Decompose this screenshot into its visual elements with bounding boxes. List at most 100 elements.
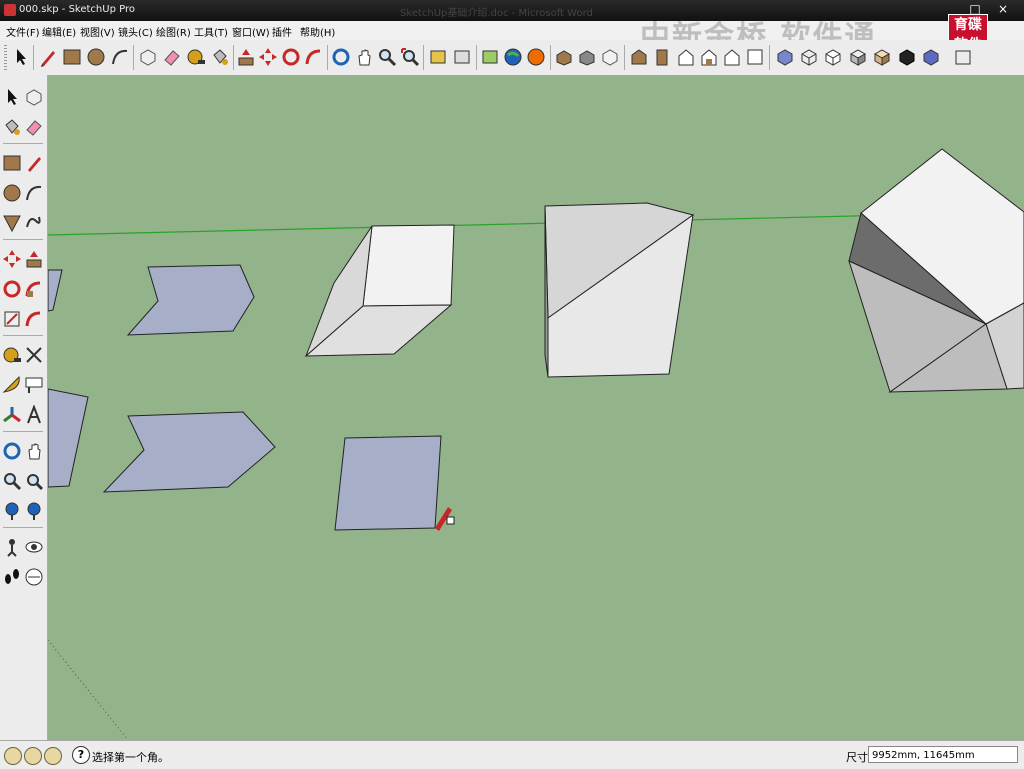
select-icon[interactable]: [11, 47, 31, 67]
close-button[interactable]: ×: [994, 2, 1012, 16]
rectangle-icon[interactable]: [62, 47, 82, 67]
3d-text-icon[interactable]: [24, 404, 44, 425]
shaded-texture-icon[interactable]: [872, 47, 892, 67]
select-icon[interactable]: [2, 87, 22, 107]
left-toolbar: [0, 75, 48, 740]
google-earth-icon[interactable]: [503, 47, 523, 67]
follow-me-icon[interactable]: [304, 47, 324, 67]
measurement-label: 尺寸: [846, 751, 868, 764]
top-view-icon[interactable]: [629, 47, 649, 67]
left-view-icon[interactable]: [722, 47, 742, 67]
orbit-icon[interactable]: [331, 47, 351, 67]
pan-icon[interactable]: [24, 441, 44, 461]
menu-file[interactable]: 文件(F): [6, 24, 40, 39]
drawing-canvas[interactable]: [48, 75, 1024, 740]
menu-draw[interactable]: 绘图(R): [156, 24, 191, 39]
arc-icon[interactable]: [110, 47, 130, 67]
pencil-cursor-icon: [435, 507, 455, 531]
geo-location-icon[interactable]: [4, 747, 22, 765]
wireframe-icon[interactable]: [799, 47, 819, 67]
window-title: 000.skp - SketchUp Pro: [19, 4, 135, 15]
menu-view[interactable]: 视图(V): [80, 24, 115, 39]
paint-bucket-icon[interactable]: [2, 117, 22, 137]
section-plane-toggle-icon[interactable]: [953, 47, 973, 67]
move-icon[interactable]: [2, 249, 22, 269]
zoom-extents-icon[interactable]: [400, 47, 420, 67]
dotted-axis-line: [48, 639, 129, 740]
menu-plugins[interactable]: 插件: [272, 24, 292, 39]
circle-icon[interactable]: [86, 47, 106, 67]
eraser-icon[interactable]: [24, 117, 44, 137]
toolbar-grip[interactable]: [4, 45, 7, 70]
previous-view-icon[interactable]: [24, 501, 44, 521]
logo-line-1: 育碟: [954, 17, 982, 33]
push-pull-icon[interactable]: [236, 47, 256, 67]
menu-camera[interactable]: 镜头(C): [118, 24, 153, 39]
menu-window[interactable]: 窗口(W): [232, 24, 270, 39]
scale-icon[interactable]: [2, 309, 22, 329]
front-view-icon[interactable]: [652, 47, 672, 67]
zoom-window-icon[interactable]: [24, 471, 44, 491]
xray-icon[interactable]: [775, 47, 795, 67]
zoom-icon[interactable]: [2, 471, 22, 491]
dimension-icon[interactable]: [24, 345, 44, 365]
get-models-icon[interactable]: [526, 47, 546, 67]
credits-icon[interactable]: [24, 747, 42, 765]
make-component-icon[interactable]: [24, 87, 44, 107]
protractor-icon[interactable]: [2, 375, 22, 395]
polygon-icon[interactable]: [2, 213, 22, 233]
rotate-icon[interactable]: [2, 279, 22, 299]
chevron-shape-2: [102, 411, 276, 493]
walk-icon[interactable]: [2, 567, 22, 587]
paint-bucket-icon[interactable]: [210, 47, 230, 67]
model-viewport[interactable]: [48, 75, 1024, 740]
tape-measure-icon[interactable]: [186, 47, 206, 67]
push-pull-icon[interactable]: [24, 249, 44, 269]
offset-icon[interactable]: [24, 309, 44, 329]
line-icon[interactable]: [24, 153, 44, 173]
cube-1-front: [362, 224, 455, 307]
share-model-icon[interactable]: [554, 47, 574, 67]
sketchup-app-icon[interactable]: [4, 4, 16, 16]
text-icon[interactable]: [24, 375, 44, 395]
freehand-icon[interactable]: [24, 213, 44, 233]
section-plane-icon[interactable]: [24, 567, 44, 587]
user-icon[interactable]: [44, 747, 62, 765]
measurement-input[interactable]: 9952mm, 11645mm: [868, 746, 1018, 763]
look-around-icon[interactable]: [24, 537, 44, 557]
style-icon[interactable]: [921, 47, 941, 67]
previous-view-icon[interactable]: [428, 47, 448, 67]
zoom-icon[interactable]: [377, 47, 397, 67]
make-component-icon[interactable]: [138, 47, 158, 67]
hidden-line-icon[interactable]: [823, 47, 843, 67]
move-icon[interactable]: [258, 47, 278, 67]
iso-view-icon[interactable]: [600, 47, 620, 67]
add-location-icon[interactable]: [480, 47, 500, 67]
rotate-icon[interactable]: [281, 47, 301, 67]
menu-help[interactable]: 帮助(H): [300, 24, 335, 39]
monochrome-icon[interactable]: [897, 47, 917, 67]
menu-edit[interactable]: 编辑(E): [42, 24, 76, 39]
circle-icon[interactable]: [2, 183, 22, 203]
back-view-icon[interactable]: [699, 47, 719, 67]
zoom-extents-icon[interactable]: [2, 501, 22, 521]
square-face: [334, 435, 442, 531]
pan-icon[interactable]: [354, 47, 374, 67]
section-icon[interactable]: [745, 47, 765, 67]
rectangle-icon[interactable]: [2, 153, 22, 173]
orbit-icon[interactable]: [2, 441, 22, 461]
shaded-icon[interactable]: [848, 47, 868, 67]
tape-measure-icon[interactable]: [2, 345, 22, 365]
arc-icon[interactable]: [24, 183, 44, 203]
right-view-icon[interactable]: [676, 47, 696, 67]
partial-chevron-bottom: [48, 388, 89, 488]
help-icon[interactable]: ?: [72, 746, 90, 764]
eraser-icon[interactable]: [162, 47, 182, 67]
share-component-icon[interactable]: [577, 47, 597, 67]
menu-tools[interactable]: 工具(T): [194, 24, 228, 39]
pencil-icon[interactable]: [38, 47, 58, 67]
position-camera-icon[interactable]: [2, 537, 22, 557]
next-view-icon[interactable]: [452, 47, 472, 67]
axes-icon[interactable]: [2, 405, 22, 425]
follow-me-icon[interactable]: [24, 279, 44, 299]
